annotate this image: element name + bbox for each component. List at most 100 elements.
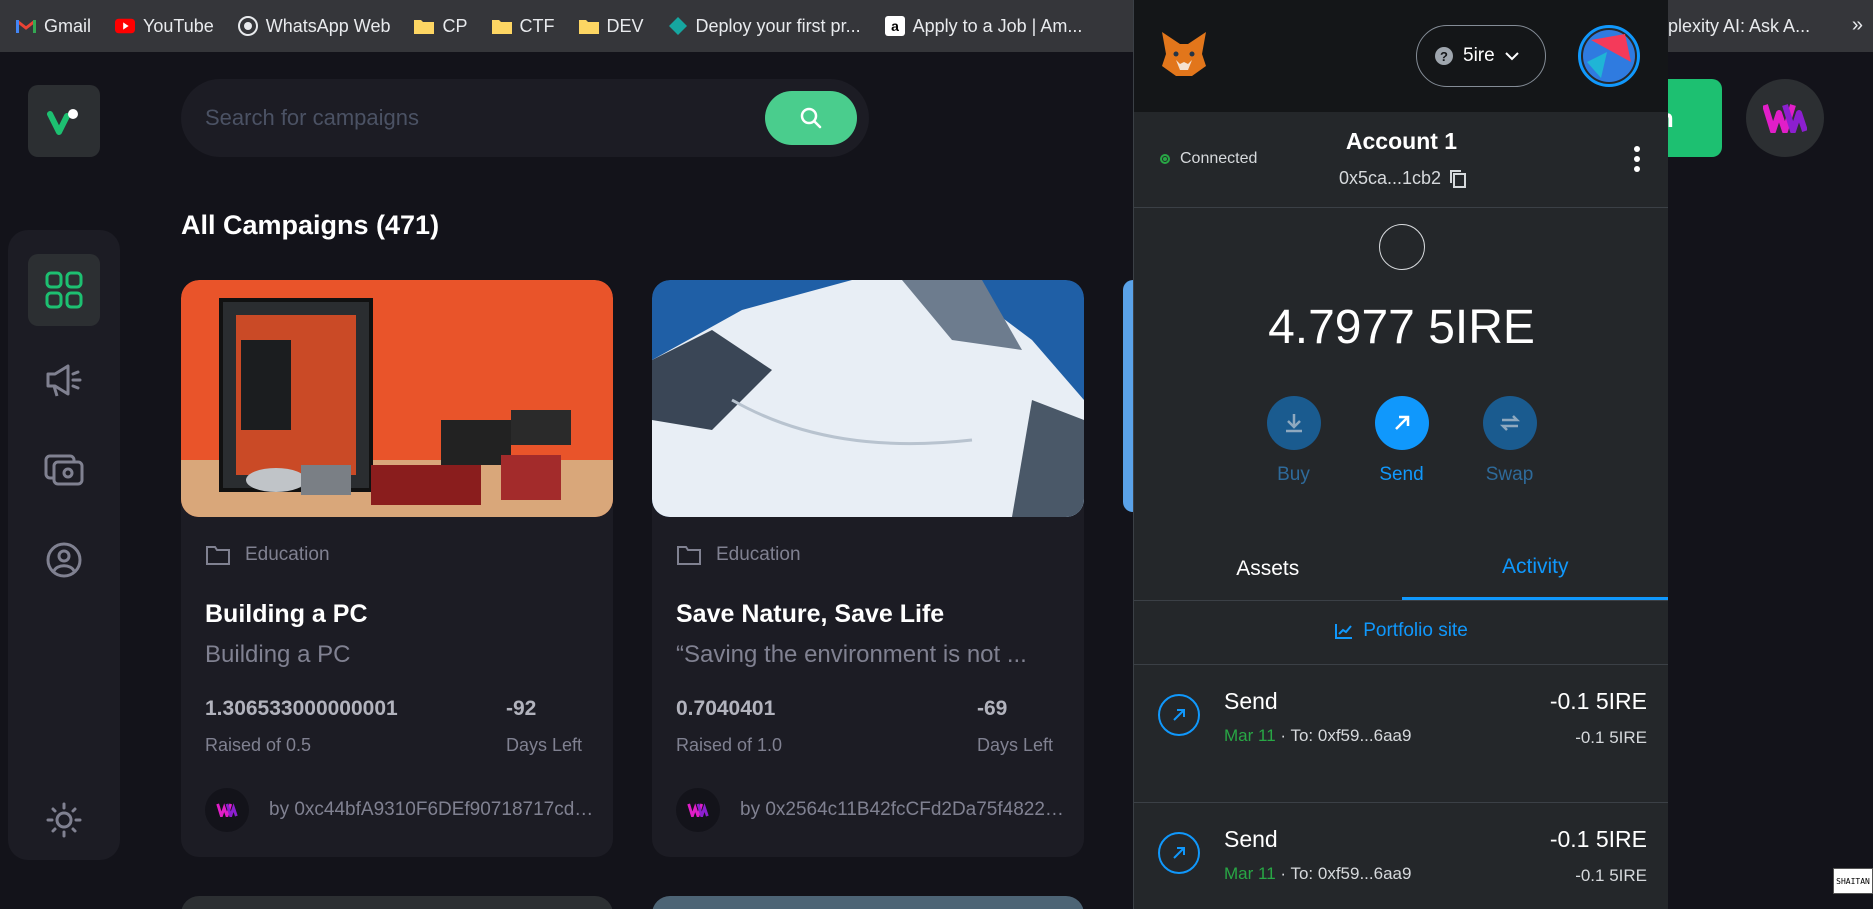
- send-arrow-icon: [1158, 832, 1200, 874]
- wallet-icon: [44, 454, 84, 486]
- network-selector[interactable]: ? 5ire: [1416, 25, 1546, 87]
- transaction-row[interactable]: Send Mar 11 · To: 0xf59...6aa9 -0.1 5IRE…: [1134, 802, 1668, 909]
- wallet-actions: Buy Send Swap: [1134, 396, 1668, 486]
- sidebar-item-profile[interactable]: [28, 524, 100, 596]
- profile-avatar[interactable]: [1746, 79, 1824, 157]
- campaign-category: Education: [205, 544, 330, 566]
- transaction-type: Send: [1224, 688, 1278, 714]
- whatsapp-icon: [237, 16, 258, 36]
- tab-activity[interactable]: Activity: [1401, 537, 1668, 600]
- sidebar-item-dashboard[interactable]: [28, 254, 100, 326]
- folder-icon: [206, 546, 230, 565]
- campaign-title: Building a PC: [205, 600, 368, 628]
- campaign-title: Save Nature, Save Life: [676, 600, 945, 628]
- transaction-row[interactable]: Send Mar 11 · To: 0xf59...6aa9 -0.1 5IRE…: [1134, 664, 1668, 802]
- bookmark-youtube[interactable]: YouTube: [103, 8, 226, 44]
- svg-text:a: a: [891, 18, 899, 34]
- bookmark-label: CTF: [519, 15, 555, 36]
- w-logo-icon: [687, 803, 709, 817]
- bookmarks-overflow-button[interactable]: »: [1852, 14, 1863, 37]
- wallet-tabs: Assets Activity: [1134, 537, 1668, 601]
- network-help-icon: ?: [1435, 47, 1453, 65]
- transaction-recipient: · To: 0xf59...6aa9: [1280, 726, 1412, 745]
- category-label: Education: [716, 544, 801, 565]
- swap-button[interactable]: Swap: [1482, 396, 1537, 486]
- bookmark-folder-ctf[interactable]: CTF: [480, 8, 567, 44]
- bookmark-label: Apply to a Job | Am...: [912, 15, 1083, 36]
- megaphone-icon: [46, 364, 82, 397]
- youtube-icon: [115, 16, 136, 36]
- corner-badge: SHAITAN: [1833, 868, 1873, 894]
- owner-avatar: [205, 788, 249, 832]
- bookmark-label: Deploy your first pr...: [695, 15, 861, 36]
- app-logo[interactable]: [28, 85, 100, 157]
- account-bar: Connected Account 1 0x5ca...1cb2: [1134, 112, 1668, 208]
- bookmark-perplexity[interactable]: plexity AI: Ask A...: [1668, 0, 1810, 52]
- category-label: Education: [245, 544, 330, 565]
- wallet-header: ? 5ire: [1134, 0, 1668, 112]
- bookmark-label: YouTube: [143, 15, 214, 36]
- amount-raised: 1.306533000000001: [205, 697, 398, 720]
- campaign-card[interactable]: Education Building a PC Building a PC 1.…: [181, 280, 613, 857]
- w-logo-icon: [1763, 104, 1807, 133]
- bookmark-amazon[interactable]: a Apply to a Job | Am...: [873, 8, 1095, 44]
- campaign-card-partial[interactable]: [652, 896, 1084, 909]
- bookmark-folder-dev[interactable]: DEV: [567, 8, 656, 44]
- campaign-description: Building a PC: [205, 641, 351, 668]
- search-input[interactable]: [205, 105, 725, 131]
- campaign-image: [181, 280, 613, 517]
- campaign-image: [652, 280, 1084, 517]
- buy-button[interactable]: Buy: [1266, 396, 1321, 486]
- campaign-owner: by 0xc44bfA9310F6DEf90718717cda2...: [269, 799, 599, 820]
- sidebar-item-campaigns[interactable]: [28, 344, 100, 416]
- transaction-fiat: -0.1 5IRE: [1575, 728, 1647, 747]
- transaction-date: Mar 11: [1224, 726, 1276, 745]
- amazon-icon: a: [884, 16, 905, 36]
- transaction-recipient: · To: 0xf59...6aa9: [1280, 864, 1412, 883]
- bookmark-deploy[interactable]: Deploy your first pr...: [656, 8, 873, 44]
- days-left: -69: [977, 697, 1008, 720]
- account-identicon[interactable]: [1578, 25, 1640, 87]
- theme-toggle[interactable]: [28, 790, 100, 850]
- bookmark-whatsapp[interactable]: WhatsApp Web: [226, 8, 403, 44]
- account-address[interactable]: 0x5ca...1cb2: [1339, 168, 1467, 189]
- diamond-icon: [668, 16, 688, 36]
- portfolio-link[interactable]: Portfolio site: [1134, 620, 1668, 642]
- send-arrow-icon: [1158, 694, 1200, 736]
- days-left-label: Days Left: [977, 735, 1054, 755]
- logo-icon: [47, 109, 78, 135]
- search-button[interactable]: [765, 91, 857, 145]
- bookmark-label: DEV: [606, 15, 644, 36]
- dashboard-grid-icon: [45, 271, 83, 309]
- fox-icon: [1162, 32, 1206, 76]
- chart-icon: [1335, 624, 1353, 639]
- owner-avatar: [676, 788, 720, 832]
- campaign-card-partial[interactable]: [181, 896, 613, 909]
- swap-label: Swap: [1485, 464, 1534, 485]
- transaction-meta: Mar 11 · To: 0xf59...6aa9: [1224, 864, 1411, 884]
- connected-dot-icon: [1160, 154, 1170, 164]
- search-bar: [181, 79, 869, 157]
- wallet-popup: ? 5ire Connected Account 1 0x5ca...1cb2 …: [1133, 0, 1668, 909]
- campaign-card[interactable]: Education Save Nature, Save Life “Saving…: [652, 280, 1084, 857]
- transaction-type: Send: [1224, 826, 1278, 852]
- send-button[interactable]: Send: [1374, 396, 1429, 486]
- wallet-balance: 4.7977 5IRE: [1268, 301, 1535, 354]
- days-left-label: Days Left: [506, 735, 583, 755]
- address-label: 0x5ca...1cb2: [1339, 168, 1442, 188]
- amount-raised: 0.7040401: [676, 697, 776, 720]
- bookmark-folder-cp[interactable]: CP: [402, 8, 479, 44]
- transaction-amount: -0.1 5IRE: [1549, 688, 1647, 714]
- sidebar-item-payment[interactable]: [28, 434, 100, 506]
- network-name: 5ire: [1463, 45, 1495, 66]
- account-options-button[interactable]: [1634, 146, 1640, 172]
- transaction-fiat: -0.1 5IRE: [1575, 866, 1647, 885]
- transaction-amount: -0.1 5IRE: [1549, 826, 1647, 852]
- bookmark-label: plexity AI: Ask A...: [1668, 15, 1811, 36]
- folder-icon: [677, 546, 701, 565]
- send-label: Send: [1379, 464, 1424, 485]
- tab-assets[interactable]: Assets: [1134, 537, 1402, 600]
- account-name[interactable]: Account 1: [1134, 128, 1668, 155]
- campaign-category: Education: [676, 544, 801, 566]
- bookmark-gmail[interactable]: Gmail: [4, 8, 103, 44]
